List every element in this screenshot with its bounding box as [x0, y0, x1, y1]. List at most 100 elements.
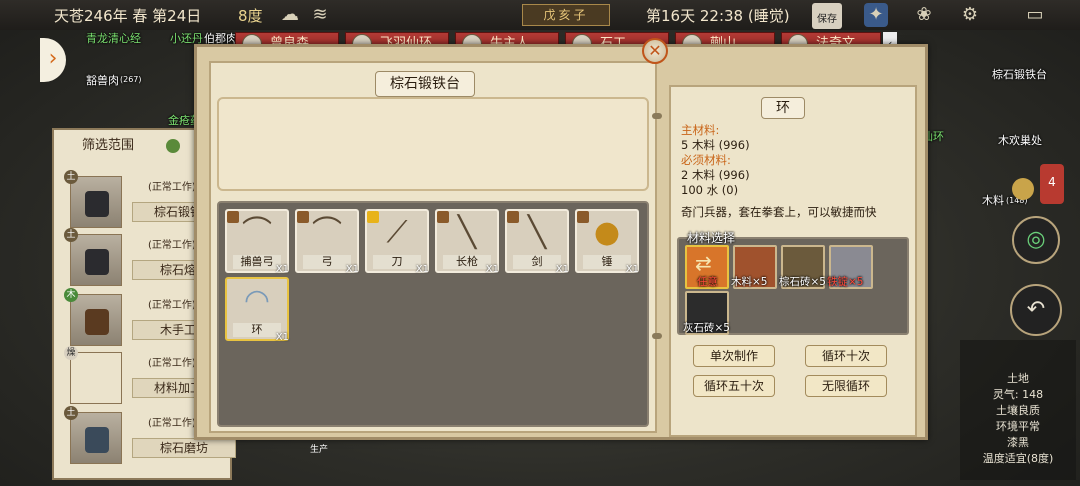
building-name: 棕石磨坊	[132, 438, 236, 458]
element-tag: 土	[64, 170, 78, 184]
hammer-weapon-icon: ●	[593, 215, 621, 250]
item-qty: X1	[275, 264, 289, 275]
scroll-end-ornament	[652, 113, 662, 119]
item-qty: X1	[345, 264, 359, 275]
material-selection-box: 材料选择 ⇄ 任意 木料×5 棕石砖×5 铁锭×5 灰石砖×5	[677, 231, 909, 335]
mill-icon	[70, 412, 122, 464]
world-label: 青龙清心经	[86, 32, 141, 45]
scroll-end-ornament	[652, 333, 662, 339]
item-label: 长枪	[443, 255, 491, 269]
world-label: 木欢巢处	[998, 134, 1042, 147]
material-option-brown-brick[interactable]: 棕石砖×5	[779, 245, 826, 289]
forge-dialog: 棕石锻铁台 ⌒ 捕兽弓 X1 ⌒ 弓 X1 ⟋ 刀 X1 ╲ 长枪 X1 ╲ 剑…	[194, 44, 928, 440]
palette-icon[interactable]: ❀	[912, 3, 936, 27]
close-icon[interactable]: ✕	[642, 38, 668, 64]
recipe-detail-panel: 环 主材料: 5 木料 (996) 必须材料: 2 木料 (996) 100 水…	[669, 85, 917, 437]
material-label: 棕石砖×5	[779, 276, 826, 288]
material-option-any[interactable]: ⇄ 任意	[685, 245, 729, 289]
building-status: (正常工作)	[148, 300, 196, 311]
world-label: 棕石锻铁台	[992, 68, 1047, 81]
recipe-item[interactable]: ⌒ 弓 X1	[295, 209, 359, 275]
recipe-panel: 棕石锻铁台 ⌒ 捕兽弓 X1 ⌒ 弓 X1 ⟋ 刀 X1 ╲ 长枪 X1 ╲ 剑…	[209, 61, 657, 433]
item-label: 锤	[583, 255, 631, 269]
item-label: 捕兽弓	[233, 255, 281, 269]
building-status: (正常工作)	[148, 358, 196, 369]
building-status: (正常工作)	[148, 418, 196, 429]
temperature-status-label: 温度适宜(8度)	[982, 452, 1054, 465]
tile-info-panel: 土地 灵气: 148 土壤良质 环境平常 漆黑 温度适宜(8度)	[960, 340, 1076, 480]
wind-icon: ≋	[312, 4, 328, 25]
material-option-wood[interactable]: 木料×5	[731, 245, 777, 289]
material-option-iron-ingot[interactable]: 铁锭×5	[827, 245, 873, 289]
recipe-item[interactable]: ╲ 剑 X1	[505, 209, 569, 275]
bow-icon: ⌒	[242, 215, 272, 250]
item-qty: X1	[485, 264, 499, 275]
required-material-label: 必须材料:	[681, 153, 731, 167]
world-label: 豁兽肉	[86, 74, 119, 87]
shuffle-icon: ⇄	[695, 251, 712, 275]
element-tag: 土	[64, 406, 78, 420]
lingqi-label: 灵气: 148	[992, 388, 1044, 401]
sword-icon: ╲	[527, 215, 547, 250]
time-label: 第16天 22:38 (睡觉)	[646, 7, 790, 25]
material-selection-title: 材料选择	[687, 231, 736, 245]
recipe-item[interactable]: ⟋ 刀 X1	[365, 209, 429, 275]
undo-arrow-icon[interactable]: ↶	[1010, 284, 1062, 336]
terrain-label: 土地	[1007, 372, 1029, 385]
main-material-value: 5 木料 (996)	[681, 138, 750, 152]
workbench-icon	[70, 294, 122, 346]
dialog-title: 棕石锻铁台	[375, 71, 475, 97]
top-status-bar: 天苍246年 春 第24日 8度 ☁ ≋ 戊亥子 第16天 22:38 (睡觉)…	[0, 0, 1080, 30]
save-label: 保存	[817, 14, 837, 25]
item-description: 奇门兵器，套在拳套上，可以敏捷而快	[681, 205, 877, 219]
element-tag: 木	[64, 288, 78, 302]
material-label: 任意	[697, 276, 718, 288]
item-qty: X1	[415, 264, 429, 275]
required-material-value: 100 水 (0)	[681, 183, 739, 197]
recipe-grid: ⌒ 捕兽弓 X1 ⌒ 弓 X1 ⟋ 刀 X1 ╲ 长枪 X1 ╲ 剑 X1 ● …	[217, 201, 649, 427]
recipe-item-selected[interactable]: ◠ 环 X1	[225, 277, 289, 343]
spear-icon: ╲	[457, 215, 477, 250]
ganzhi-banner: 戊亥子	[522, 4, 610, 26]
material-requirements: 主材料: 5 木料 (996) 必须材料: 2 木料 (996) 100 水 (…	[681, 123, 750, 198]
lighting-label: 漆黑	[1007, 436, 1029, 449]
production-label: 生产	[309, 445, 328, 455]
material-label: 木料×5	[731, 276, 768, 288]
craft-ten-button[interactable]: 循环十次	[805, 345, 887, 367]
element-tag: 土	[64, 228, 78, 242]
notification-badge[interactable]: 4	[1040, 164, 1064, 204]
recipe-item[interactable]: ⌒ 捕兽弓 X1	[225, 209, 289, 275]
location-marker-icon[interactable]	[1012, 178, 1034, 200]
material-option-gray-brick[interactable]: 灰石砖×5	[683, 291, 730, 335]
swirl-icon[interactable]: ◎	[1012, 216, 1060, 264]
detail-title: 环	[761, 97, 805, 119]
craft-once-button[interactable]: 单次制作	[693, 345, 775, 367]
required-material-value: 2 木料 (996)	[681, 168, 750, 182]
recipe-item[interactable]: ● 锤 X1	[575, 209, 639, 275]
settings-gear-icon[interactable]: ⚙	[958, 3, 982, 27]
main-material-label: 主材料:	[681, 123, 720, 137]
building-status: (正常工作)	[148, 240, 196, 251]
saber-icon: ⟋	[386, 215, 408, 250]
item-label: 刀	[373, 255, 421, 269]
temperature-label: 8度	[238, 7, 263, 25]
checkbox-icon[interactable]	[166, 139, 180, 153]
craft-fifty-button[interactable]: 循环五十次	[693, 375, 775, 397]
soil-label: 土壤良质	[996, 404, 1040, 417]
element-tag: 燥	[64, 346, 78, 360]
item-qty: X1	[275, 332, 289, 343]
recipe-item[interactable]: ╲ 长枪 X1	[435, 209, 499, 275]
item-qty: X1	[625, 264, 639, 275]
map-icon[interactable]: ✦	[864, 3, 888, 27]
craft-infinite-button[interactable]: 无限循环	[805, 375, 887, 397]
ring-icon: ◠	[243, 283, 271, 318]
date-label: 天苍246年 春 第24日	[54, 7, 202, 25]
environment-label: 环境平常	[996, 420, 1040, 433]
material-label: 灰石砖×5	[683, 322, 730, 334]
save-button[interactable]: 保存	[812, 3, 842, 29]
weather-rain-icon: ☁	[281, 4, 299, 25]
item-label: 剑	[513, 255, 561, 269]
item-label: 环	[233, 323, 281, 337]
battery-icon: ▭	[1026, 4, 1044, 25]
material-label: 铁锭×5	[827, 276, 864, 288]
